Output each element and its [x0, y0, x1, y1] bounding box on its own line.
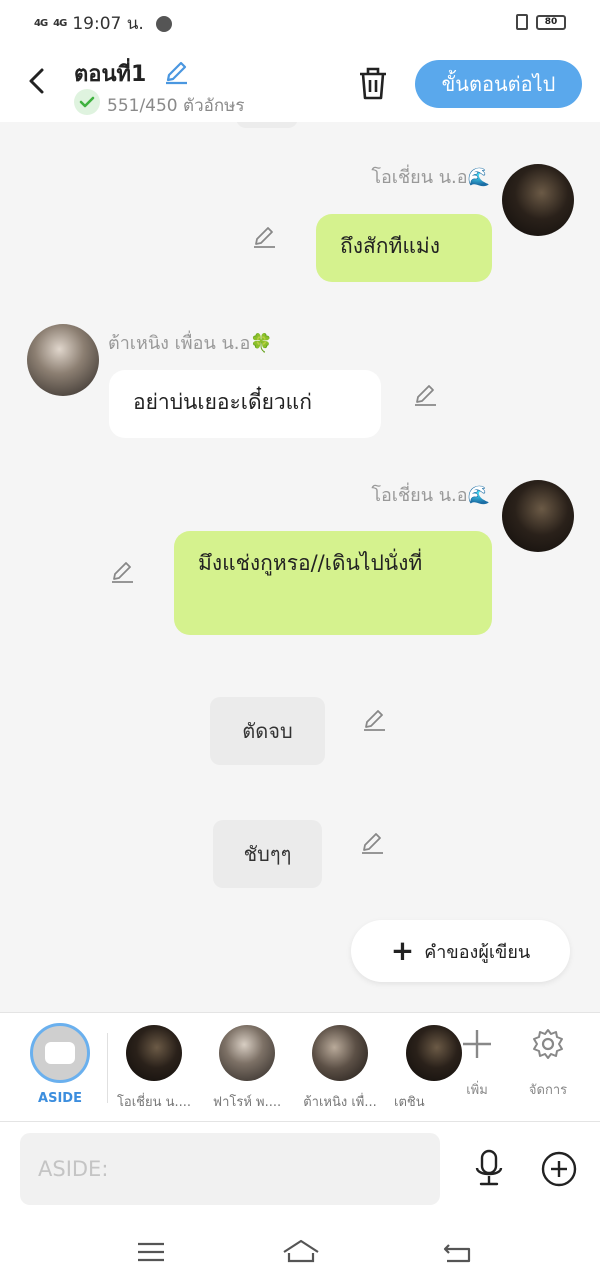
- avatar[interactable]: [502, 480, 574, 552]
- aside-icon: [45, 1042, 75, 1064]
- sender-name: โอเชี่ยน น.อ🌊: [371, 485, 490, 506]
- message-input[interactable]: [20, 1133, 440, 1205]
- narration-bubble[interactable]: ชับๆๆ: [213, 820, 322, 888]
- battery-icon: 80: [536, 14, 566, 30]
- author-note-label: คำของผู้เขียน: [424, 941, 531, 963]
- character-count: 551/450 ตัวอักษร: [107, 96, 245, 116]
- back-icon[interactable]: [441, 1237, 475, 1267]
- status-time: 19:07 น.: [72, 14, 144, 34]
- sender-name: ต้าเหนิง เพื่อน น.อ🍀: [108, 333, 273, 354]
- character-label: ฟาโรห์ พ....: [212, 1095, 282, 1110]
- narration-bubble[interactable]: [236, 122, 298, 128]
- message-bubble[interactable]: อย่าบ่นเยอะเดี๋ยวแก่: [109, 370, 381, 438]
- status-bar: 4G 4G 19:07 น. 80: [0, 0, 600, 46]
- character-label: เตชิน: [394, 1095, 425, 1110]
- avatar: [126, 1025, 182, 1081]
- aside-label: ASIDE: [38, 1091, 82, 1106]
- sender-name: โอเชี่ยน น.อ🌊: [371, 167, 490, 188]
- divider: [107, 1033, 108, 1103]
- add-character-button[interactable]: เพิ่ม: [447, 1027, 507, 1100]
- add-circle-icon[interactable]: [540, 1150, 578, 1188]
- messenger-icon: [155, 15, 172, 32]
- author-note-button[interactable]: + คำของผู้เขียน: [351, 920, 570, 982]
- next-step-button[interactable]: ขั้นตอนต่อไป: [415, 60, 582, 108]
- edit-icon[interactable]: [359, 830, 385, 856]
- message-bubble[interactable]: ถึงสักทีแม่ง: [316, 214, 492, 282]
- signal-icon: 4G: [34, 18, 48, 29]
- character-item[interactable]: เตชิน: [388, 1025, 462, 1112]
- avatar: [312, 1025, 368, 1081]
- character-label: ต้าเหนิง เพื่...: [303, 1095, 377, 1110]
- gear-icon: [533, 1029, 563, 1059]
- edit-title-icon[interactable]: [162, 58, 190, 86]
- character-item[interactable]: โอเชี่ยน น....: [109, 1025, 199, 1112]
- edit-icon[interactable]: [109, 559, 135, 585]
- edit-icon[interactable]: [361, 707, 387, 733]
- edit-icon[interactable]: [412, 382, 438, 408]
- top-app-bar: ตอนที่1 551/450 ตัวอักษร ขั้นตอนต่อไป: [0, 46, 600, 122]
- plus-icon: +: [390, 934, 415, 967]
- check-icon: [74, 89, 100, 115]
- signal-icon: 4G: [53, 18, 67, 29]
- manage-label: จัดการ: [528, 1083, 568, 1098]
- edit-icon[interactable]: [251, 224, 277, 250]
- menu-icon[interactable]: [134, 1237, 168, 1267]
- add-label: เพิ่ม: [466, 1083, 488, 1098]
- avatar: [219, 1025, 275, 1081]
- trash-icon[interactable]: [356, 64, 390, 102]
- aside-character[interactable]: ASIDE: [28, 1023, 92, 1106]
- message-bubble[interactable]: มึงแช่งกูหรอ//เดินไปนั่งที่: [174, 531, 492, 635]
- plus-icon: [463, 1030, 491, 1058]
- episode-title[interactable]: ตอนที่1: [74, 56, 146, 91]
- character-item[interactable]: ต้าเหนิง เพื่...: [295, 1025, 385, 1112]
- system-nav-bar: [0, 1217, 600, 1287]
- manage-characters-button[interactable]: จัดการ: [518, 1027, 578, 1100]
- microphone-icon[interactable]: [470, 1148, 508, 1188]
- avatar[interactable]: [27, 324, 99, 396]
- character-item[interactable]: ฟาโรห์ พ....: [202, 1025, 292, 1112]
- back-arrow-icon[interactable]: [22, 64, 52, 98]
- character-selector: ASIDE โอเชี่ยน น.... ฟาโรห์ พ.... ต้าเหน…: [0, 1012, 600, 1122]
- input-bar: [0, 1122, 600, 1217]
- narration-bubble[interactable]: ตัดจบ: [210, 697, 325, 765]
- vibrate-icon: [516, 14, 528, 30]
- home-icon[interactable]: [281, 1237, 321, 1267]
- avatar[interactable]: [502, 164, 574, 236]
- character-label: โอเชี่ยน น....: [116, 1095, 192, 1110]
- chat-area: โอเชี่ยน น.อ🌊 ถึงสักทีแม่ง ต้าเหนิง เพื่…: [0, 122, 600, 1012]
